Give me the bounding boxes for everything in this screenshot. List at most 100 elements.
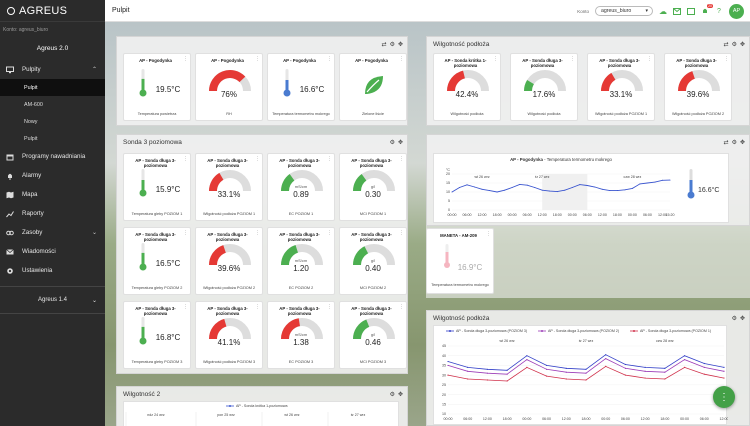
tile-menu-icon[interactable]: ⋮ [255, 156, 260, 162]
tile-menu-icon[interactable]: ⋮ [183, 156, 188, 162]
envelope-icon[interactable] [673, 7, 681, 15]
gear-icon[interactable]: ⚙ [732, 139, 737, 146]
sensor-tile[interactable]: AP - Sonda długa 3-poziomowa ⋮ 41.1% Wilgot… [195, 301, 263, 369]
x-tick-label: 12:00 [562, 417, 571, 421]
sensor-tile[interactable]: AP - Sonda długa 3-poziomowa ⋮ 15.9°C Tempe… [123, 153, 191, 221]
x-tick-label: 12:00 [478, 213, 487, 217]
move-icon[interactable]: ✥ [398, 139, 403, 146]
tile-menu-icon[interactable]: ⋮ [327, 230, 332, 236]
sidebar-item-label: Alarmy [22, 172, 42, 179]
moisture-2-chart[interactable]: AP - Sonda krótka 1-poziomowa ndz 24 wrz p… [124, 402, 400, 426]
gear-icon[interactable]: ⚙ [732, 41, 737, 48]
tile-menu-icon[interactable]: ⋮ [255, 56, 260, 62]
sensor-tile[interactable]: AP - Sonda długa 3-poziomowa ⋮ g/l 0.40 MCI … [339, 227, 407, 295]
sensor-tile[interactable]: AP - Sonda długa 3-poziomowa ⋮ 33.1% Wilgot… [587, 53, 655, 121]
tile-maneta[interactable]: MANETA - AM-209 ⋮ 16.9°C Temperatura ter… [426, 228, 494, 294]
help-icon[interactable]: ? [715, 7, 723, 15]
tile-menu-icon[interactable]: ⋮ [493, 56, 498, 62]
sensor-tile[interactable]: AP - Sonda długa 3-poziomowa ⋮ mS/cm 1.20 EC… [267, 227, 335, 295]
tile-caption: Zielone liście [362, 112, 384, 116]
sidebar-subitem-pulpit-2[interactable]: Pulpit [0, 130, 105, 147]
swap-icon[interactable]: ⇄ [382, 41, 387, 48]
tile-menu-icon[interactable]: ⋮ [486, 231, 491, 237]
cloud-icon[interactable]: ☁ [659, 7, 667, 16]
sensor-tile[interactable]: AP - Sonda długa 3-poziomowa ⋮ 16.5°C Tempe… [123, 227, 191, 295]
sensor-tile[interactable]: AP - Sonda długa 3-poziomowa ⋮ 39.6% Wilgot… [664, 53, 732, 121]
logo[interactable]: AGREUS [0, 0, 105, 22]
tile-title: AP - Sonda długa 3-poziomowa [279, 306, 320, 316]
sensor-tile[interactable]: AP - Sonda długa 3-poziomowa ⋮ g/l 0.30 MCI … [339, 153, 407, 221]
sidebar-item-zasoby[interactable]: Zasoby ⌄ [0, 223, 105, 242]
sidebar-item-mapa[interactable]: Mapa [0, 185, 105, 204]
data-point [585, 372, 587, 374]
sidebar-item-wiadomosci[interactable]: Wiadomości [0, 242, 105, 261]
gear-icon[interactable]: ⚙ [390, 391, 395, 398]
tile-menu-icon[interactable]: ⋮ [327, 304, 332, 310]
tile-menu-icon[interactable]: ⋮ [183, 56, 188, 62]
tile-menu-icon[interactable]: ⋮ [183, 304, 188, 310]
sensor-tile[interactable]: AP - Sonda długa 3-poziomowa ⋮ g/l 0.46 MCI … [339, 301, 407, 369]
account-select[interactable]: agreus_biuro ▾ [595, 6, 653, 16]
mail-icon[interactable] [687, 7, 695, 15]
tile-menu-icon[interactable]: ⋮ [183, 230, 188, 236]
tile-menu-icon[interactable]: ⋮ [327, 56, 332, 62]
sensor-tile[interactable]: AP - Pogodynka ⋮ 76% RH [195, 53, 263, 121]
tile-menu-icon[interactable]: ⋮ [255, 304, 260, 310]
gear-icon[interactable]: ⚙ [390, 41, 395, 48]
tile-menu-icon[interactable]: ⋮ [647, 56, 652, 62]
sidebar-item-pulpity[interactable]: Pulpity ⌃ [0, 60, 105, 79]
sensor-tile[interactable]: AP - Pogodynka ⋮ 16.6°C Temperatura termome… [267, 53, 335, 121]
sensor-tile[interactable]: AP - Sonda długa 3-poziomowa ⋮ mS/cm 1.38 EC… [267, 301, 335, 369]
move-icon[interactable]: ✥ [740, 41, 745, 48]
sensor-tile[interactable]: AP - Sonda długa 3-poziomowa ⋮ mS/cm 0.89 EC… [267, 153, 335, 221]
move-icon[interactable]: ✥ [398, 391, 403, 398]
sidebar-item-alarmy[interactable]: Alarmy [0, 166, 105, 185]
move-icon[interactable]: ✥ [740, 139, 745, 146]
y-tick-label: 45 [442, 344, 446, 348]
sensor-tile[interactable]: AP - Sonda długa 3-poziomowa ⋮ 16.8°C Tempe… [123, 301, 191, 369]
tile-menu-icon[interactable]: ⋮ [399, 304, 404, 310]
tile-caption: Temperatura gleby POZIOM 2 [131, 286, 183, 290]
tile-menu-icon[interactable]: ⋮ [255, 230, 260, 236]
x-tick-label: 00:00 [680, 417, 689, 421]
swap-icon[interactable]: ⇄ [724, 139, 729, 146]
version-selector[interactable]: Agreus 1.4 ⌄ [0, 293, 105, 307]
swap-icon[interactable]: ⇄ [724, 41, 729, 48]
tile-menu-icon[interactable]: ⋮ [570, 56, 575, 62]
sidebar-subitem-am600[interactable]: AM-600 [0, 96, 105, 113]
sidebar-item-raporty[interactable]: Raporty [0, 204, 105, 223]
sidebar-item-programy[interactable]: Programy nawadniania [0, 147, 105, 166]
tile-unit: g/l [370, 184, 376, 189]
move-icon[interactable]: ✥ [398, 41, 403, 48]
temperature-chart[interactable]: 20 15 10 5 0 °C 00:00 06:00 12:00 18:00 00:00 06:00… [438, 162, 678, 222]
tile-menu-icon[interactable]: ⋮ [724, 56, 729, 62]
moisture-chart[interactable]: AP - Sonda długa 3-poziomowa (POZIOM 3) A… [434, 326, 728, 426]
series-line [447, 354, 725, 371]
bell-icon[interactable]: 20 [701, 4, 713, 15]
tile-menu-icon[interactable]: ⋮ [399, 156, 404, 162]
tile-menu-icon[interactable]: ⋮ [327, 156, 332, 162]
avatar[interactable]: AP [729, 3, 744, 19]
sensor-tile[interactable]: AP - Pogodynka ⋮ Zielone liście [339, 53, 407, 121]
sidebar-item-label: Zasoby [22, 229, 43, 236]
date-label: ndz 24 wrz [147, 413, 165, 417]
gear-icon[interactable]: ⚙ [390, 139, 395, 146]
move-icon[interactable]: ✥ [740, 315, 745, 322]
x-tick-label: 06:00 [463, 213, 472, 217]
sidebar-item-ustawienia[interactable]: Ustawienia [0, 261, 105, 280]
sensor-tile[interactable]: AP - Sonda długa 3-poziomowa ⋮ 17.6% Wilgot… [510, 53, 578, 121]
legend-marker [633, 330, 635, 332]
tile-menu-icon[interactable]: ⋮ [399, 230, 404, 236]
sensor-tile[interactable]: AP - Sonda długa 3-poziomowa ⋮ 33.1% Wilgot… [195, 153, 263, 221]
more-actions-button[interactable]: ⋮ [713, 386, 735, 408]
sidebar-subitem-pulpit[interactable]: Pulpit [0, 79, 105, 96]
sidebar-subitem-nowy[interactable]: Nowy [0, 113, 105, 130]
sensor-tile[interactable]: AP - Sonda długa 3-poziomowa ⋮ 39.6% Wilgot… [195, 227, 263, 295]
y-tick-label: 10 [442, 412, 446, 416]
sensor-tile[interactable]: AP - Sonda krótka 1-poziomowa ⋮ 42.4% Wilgo… [433, 53, 501, 121]
sensor-tile[interactable]: AP - Pogodynka ⋮ 19.5°C Temperatura powietr… [123, 53, 191, 121]
gear-icon[interactable]: ⚙ [732, 315, 737, 322]
panel-wilgotnosc-2: Wilgotność 2 ⚙ ✥ AP - Sonda krótka 1-pozi… [116, 386, 408, 426]
y-tick-label: 15 [442, 402, 446, 406]
tile-menu-icon[interactable]: ⋮ [399, 56, 404, 62]
